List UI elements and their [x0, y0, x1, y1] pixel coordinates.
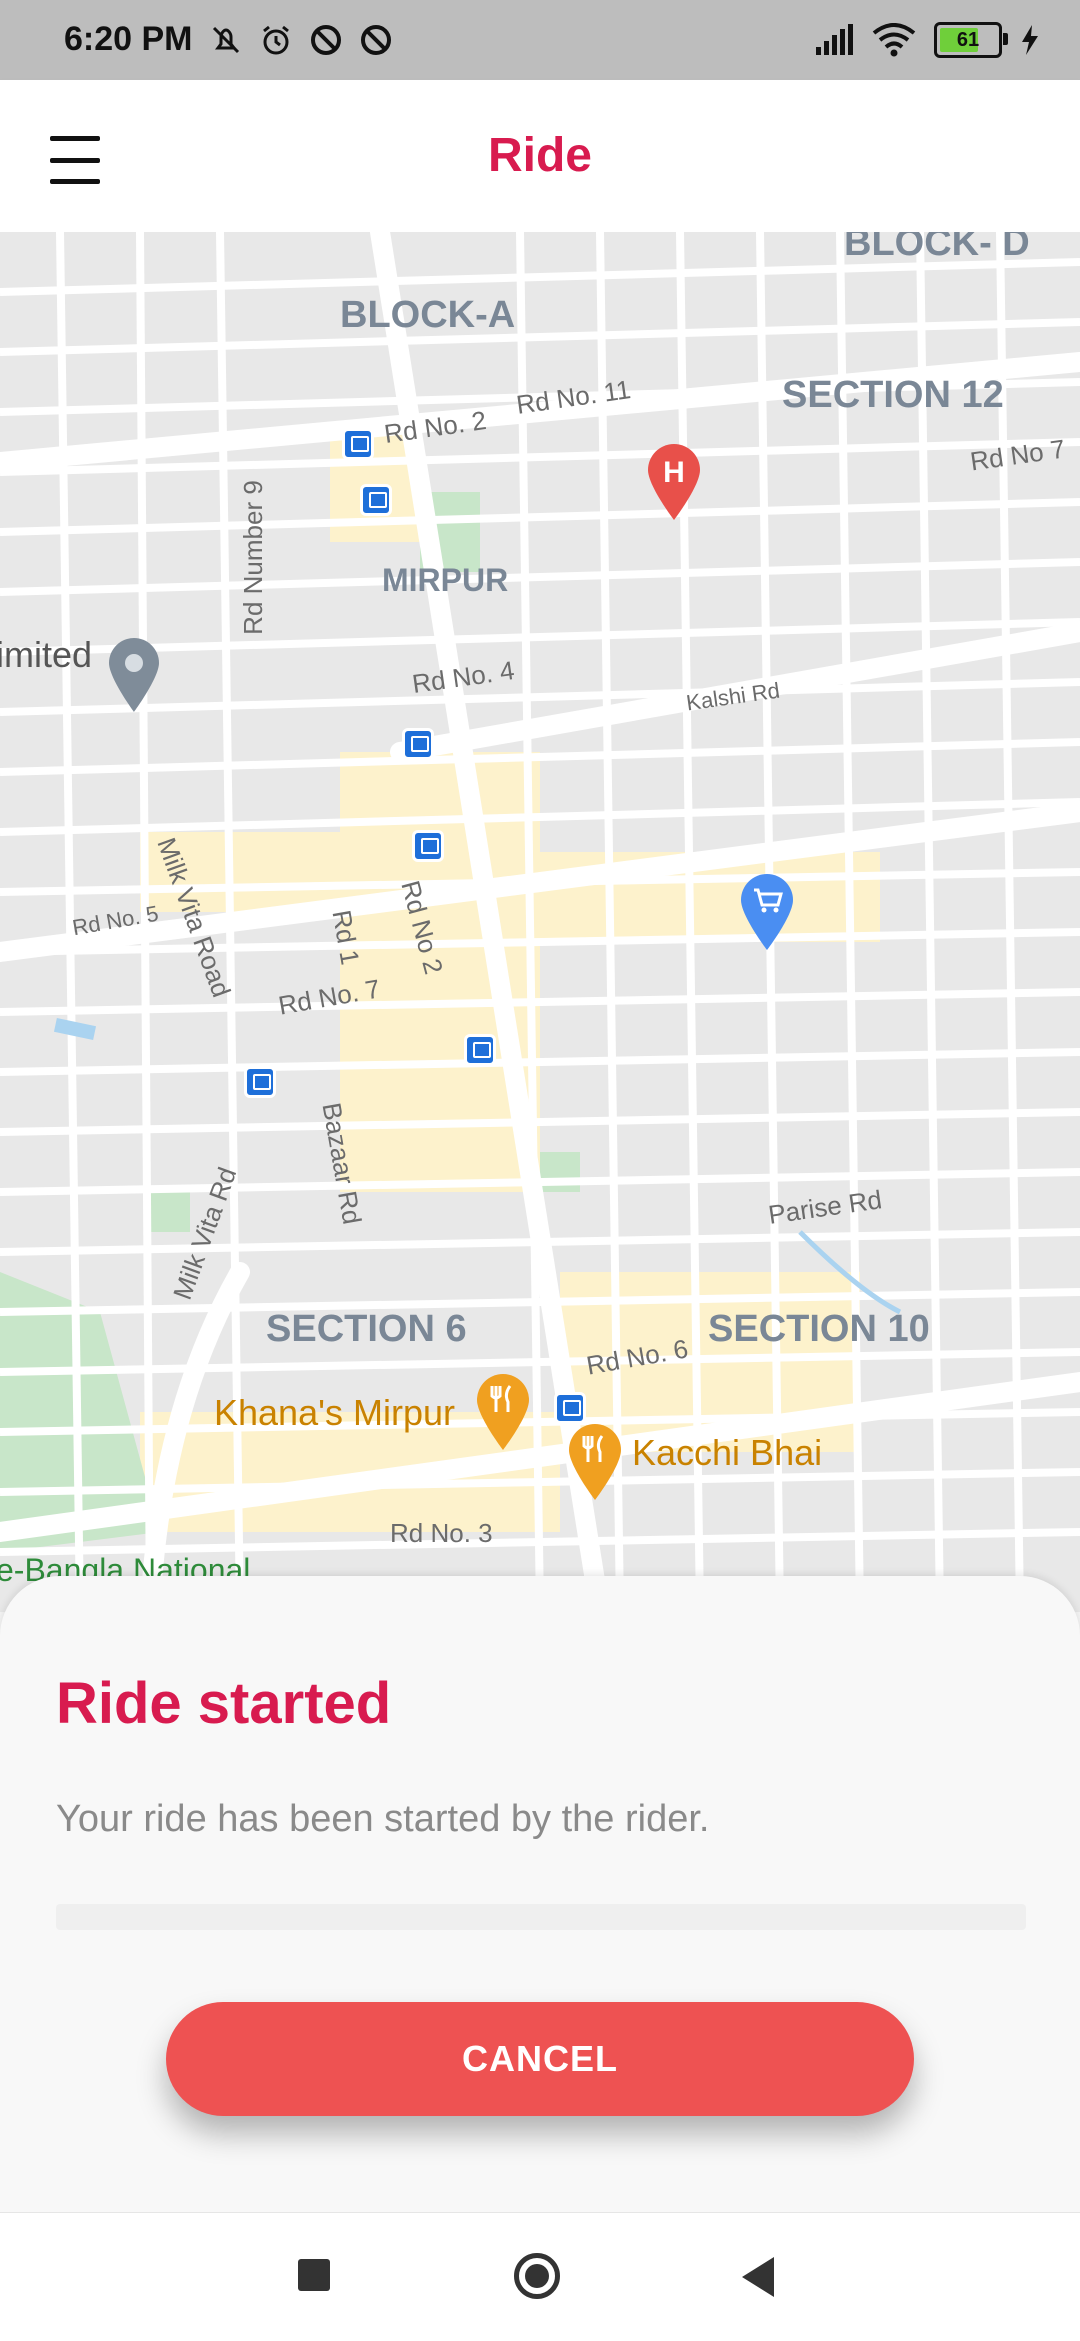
- status-notification-icons: [208, 22, 394, 58]
- progress-track: [56, 1904, 1026, 1930]
- hospital-pin-icon[interactable]: H: [644, 442, 704, 522]
- bus-stop-icon[interactable]: [402, 728, 434, 760]
- map-area-label: BLOCK-A: [340, 294, 516, 336]
- back-icon[interactable]: [742, 2257, 774, 2297]
- road-label: Rd Number 9: [237, 480, 268, 635]
- charging-icon: [1022, 25, 1038, 55]
- place-pin-icon[interactable]: [106, 636, 162, 714]
- road-label: Rd No. 3: [390, 1518, 493, 1548]
- recents-icon[interactable]: [298, 2259, 330, 2291]
- dnd-icon: [311, 25, 341, 55]
- map-area-label: BLOCK- D: [844, 232, 1030, 264]
- app-bar: Ride: [0, 80, 1080, 232]
- ride-status-message: Your ride has been started by the rider.: [56, 1798, 710, 1840]
- system-nav-bar: [0, 2212, 1080, 2341]
- status-time: 6:20 PM: [64, 20, 193, 58]
- restaurant-label: Kacchi Bhai: [632, 1432, 823, 1473]
- shopping-pin-icon[interactable]: [738, 872, 796, 952]
- signal-icon: [816, 24, 853, 55]
- battery-level: 61: [956, 28, 980, 51]
- restaurant-pin-icon[interactable]: [474, 1372, 532, 1452]
- bus-stop-icon[interactable]: [464, 1034, 496, 1066]
- cancel-button[interactable]: CANCEL: [166, 2002, 914, 2116]
- restaurant-label: Khana's Mirpur: [214, 1392, 455, 1433]
- alarm-icon: [263, 25, 289, 55]
- map-streets: [0, 232, 1080, 1612]
- wifi-icon: [872, 23, 916, 57]
- bus-stop-icon[interactable]: [412, 830, 444, 862]
- page-title: Ride: [487, 129, 592, 182]
- ride-status-title: Ride started: [56, 1671, 392, 1736]
- ride-status-sheet: Ride started Your ride has been started …: [0, 1576, 1080, 2212]
- place-label: imited: [0, 634, 93, 675]
- bus-stop-icon[interactable]: [554, 1392, 586, 1424]
- svg-text:H: H: [663, 456, 685, 489]
- map-view[interactable]: BLOCK- D BLOCK-A SECTION 12 MIRPUR SECTI…: [0, 232, 1080, 1612]
- map-area-label: SECTION 10: [708, 1308, 930, 1350]
- battery-icon: 61: [934, 22, 1008, 58]
- restaurant-pin-icon[interactable]: [566, 1422, 624, 1502]
- bus-stop-icon[interactable]: [342, 428, 374, 460]
- bus-stop-icon[interactable]: [360, 484, 392, 516]
- map-area-label: SECTION 12: [782, 374, 1004, 416]
- map-area-label: MIRPUR: [382, 562, 509, 598]
- dnd-icon: [361, 25, 391, 55]
- status-bar: 6:20 PM 61: [0, 0, 1080, 80]
- home-icon[interactable]: [514, 2253, 560, 2299]
- bus-stop-icon[interactable]: [244, 1066, 276, 1098]
- map-area-label: SECTION 6: [266, 1308, 467, 1350]
- mute-icon: [212, 26, 240, 54]
- status-system-icons: 61: [814, 22, 1040, 58]
